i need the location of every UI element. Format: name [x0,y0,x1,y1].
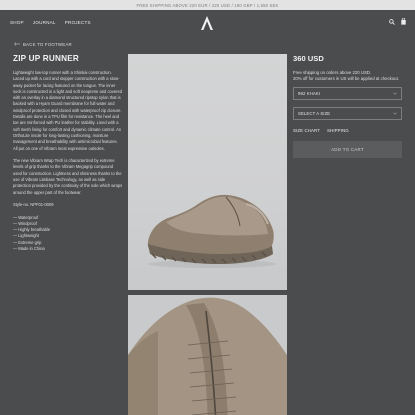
bag-icon[interactable] [401,18,406,25]
back-to-footwear-link[interactable]: BACK TO FOOTWEAR [14,42,72,47]
shipping-text: Free shipping on orders above 220 USD. 2… [293,70,399,82]
add-to-cart-button[interactable]: ADD TO CART [293,141,402,158]
arrow-left-icon [14,42,20,47]
product-description: Lightweight low-top runner with a Shinka… [13,70,123,252]
style-number: Style-no. NPF01-0009 [13,202,54,208]
header-actions [389,18,406,25]
feature-item: — Made in China [13,245,45,251]
logo-icon[interactable] [201,16,213,30]
color-select-value: 992 KHAKI [298,91,321,96]
shipping-link[interactable]: SHIPPING [327,128,349,133]
product-title: ZIP UP RUNNER [13,54,79,63]
description-paragraph: Lightweight low-top runner with a Shinka… [13,70,123,151]
size-chart-link[interactable]: SIZE CHART [293,128,320,133]
promo-banner: FREE SHIPPING ABOVE 220 EUR / 220 USD / … [0,0,415,10]
product-image-detail[interactable] [128,295,287,415]
size-select[interactable]: SELECT A SIZE [293,107,402,120]
shipping-info: Free shipping on orders above 220 USD. 2… [293,70,408,82]
size-select-value: SELECT A SIZE [298,111,331,116]
nav-item-projects[interactable]: PROJECTS [65,20,91,25]
site-header: SHOP JOURNAL PROJECTS [0,10,415,36]
product-price: 360 USD [293,54,324,63]
chevron-down-icon [393,111,397,116]
nav-item-shop[interactable]: SHOP [10,20,24,25]
back-label: BACK TO FOOTWEAR [23,42,72,47]
promo-text: FREE SHIPPING ABOVE 220 EUR / 220 USD / … [136,2,279,8]
description-paragraph: The new Vibram Wrap Tech is characterize… [13,158,123,195]
chevron-down-icon [393,91,397,96]
add-to-cart-label: ADD TO CART [331,147,364,152]
feature-list: — Waterproof — Windproof — Highly breath… [13,215,123,252]
main-nav: SHOP JOURNAL PROJECTS [10,20,91,25]
search-icon[interactable] [389,18,395,25]
nav-item-journal[interactable]: JOURNAL [33,20,56,25]
product-image-main[interactable] [128,54,287,290]
product-links: SIZE CHART SHIPPING [293,128,349,133]
color-select[interactable]: 992 KHAKI [293,87,402,100]
